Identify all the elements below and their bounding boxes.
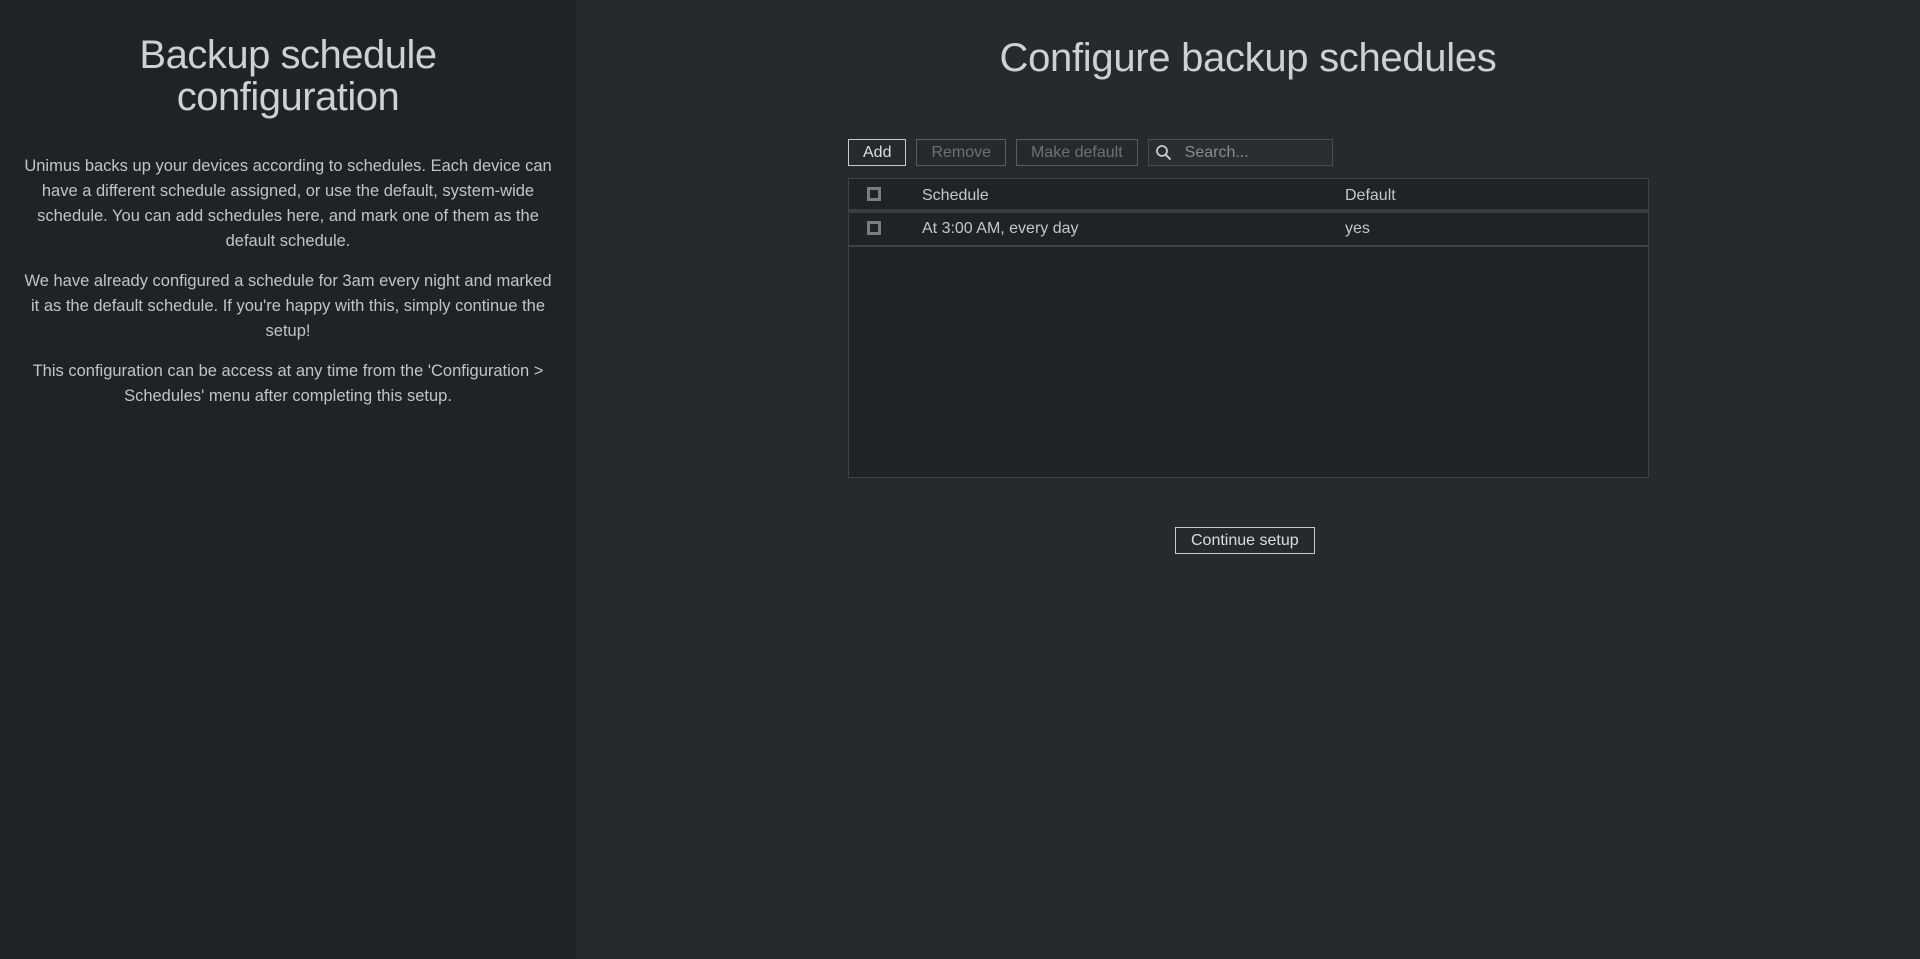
continue-setup-button[interactable]: Continue setup xyxy=(1175,527,1315,554)
table-header-row: Schedule Default xyxy=(849,179,1648,213)
page-title: Configure backup schedules xyxy=(999,36,1497,80)
sidebar-paragraph: We have already configured a schedule fo… xyxy=(24,272,552,340)
default-cell: yes xyxy=(1345,220,1370,237)
search-box xyxy=(1147,139,1333,166)
select-all-checkbox[interactable] xyxy=(867,187,881,201)
sidebar-title: Backup schedule configuration xyxy=(139,33,437,119)
sidebar-panel: Backup schedule configuration Unimus bac… xyxy=(0,0,576,959)
table-row[interactable]: At 3:00 AM, every day yes xyxy=(849,213,1648,247)
column-header-default[interactable]: Default xyxy=(1345,179,1396,213)
column-header-schedule[interactable]: Schedule xyxy=(922,179,989,213)
row-checkbox[interactable] xyxy=(867,221,881,235)
search-input[interactable] xyxy=(1184,140,1325,165)
sidebar-paragraph: This configuration can be access at any … xyxy=(32,362,544,405)
search-icon xyxy=(1155,144,1173,162)
make-default-button[interactable]: Make default xyxy=(1016,139,1138,166)
main-panel: Configure backup schedules Add Remove Ma… xyxy=(576,0,1920,959)
schedule-cell: At 3:00 AM, every day xyxy=(922,220,1079,237)
remove-button[interactable]: Remove xyxy=(916,139,1007,166)
schedules-table: Schedule Default At 3:00 AM, every day y… xyxy=(848,178,1649,478)
sidebar-paragraph: Unimus backs up your devices according t… xyxy=(24,157,552,250)
add-button[interactable]: Add xyxy=(848,139,907,166)
schedule-toolbar: Add Remove Make default xyxy=(848,139,1333,166)
